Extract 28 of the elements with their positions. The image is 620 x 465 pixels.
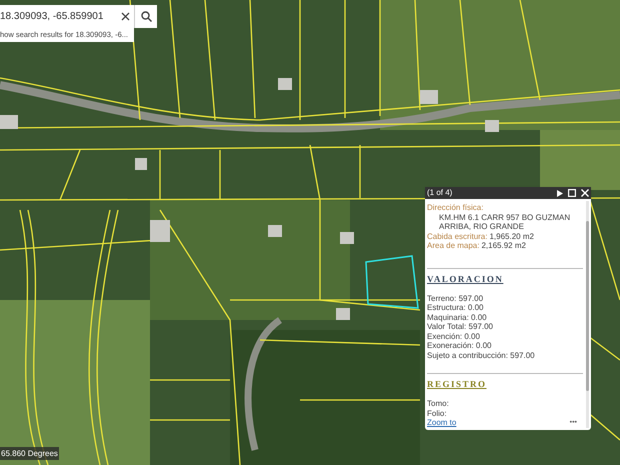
maximize-icon[interactable] [568,189,576,197]
attribute-line: Exención: 0.00 [427,332,481,341]
attribute-line: Terreno: 597.00 [427,294,484,303]
section-title: VALORACION [427,272,504,284]
search-button[interactable] [134,5,157,28]
field-value: 2,165.92 m2 [481,241,526,250]
search-field[interactable]: 18.309093, -65.859901 [0,5,134,28]
zoom-to-link[interactable]: Zoom to [427,418,456,428]
coordinates-readout: 65.860 Degrees [0,447,59,460]
attribute-line: Sujeto a contribucción: 597.00 [427,350,536,360]
field-label: Dirección física: [427,203,484,212]
clear-icon[interactable] [121,12,130,21]
feature-counter: (1 of 4) [427,187,454,199]
section-title: REGISTRO [427,378,487,390]
attribute-line: Exoneración: 0.00 [427,341,492,350]
field-label: Area de mapa: [427,241,480,250]
field-value: KM.HM 6.1 CARR 957 BO GUZMAN ARRIBA, RIO GRANDE [438,212,572,232]
next-icon[interactable] [557,190,563,196]
attribute-line: Valor Total: 597.00 [427,322,494,332]
attribute-line: Folio: [427,408,448,418]
attribute-line: Tomo: [427,399,450,408]
field-value: 1,965.20 m2 [489,232,534,241]
attribute-line: Estructura: 0.00 [427,303,484,312]
attribute-line: Maquinaria: 0.00 [427,312,488,322]
search-icon [140,11,152,22]
field-label: Cabida escritura: [427,232,488,241]
close-icon[interactable] [581,189,589,197]
scrollbar[interactable] [586,201,589,428]
